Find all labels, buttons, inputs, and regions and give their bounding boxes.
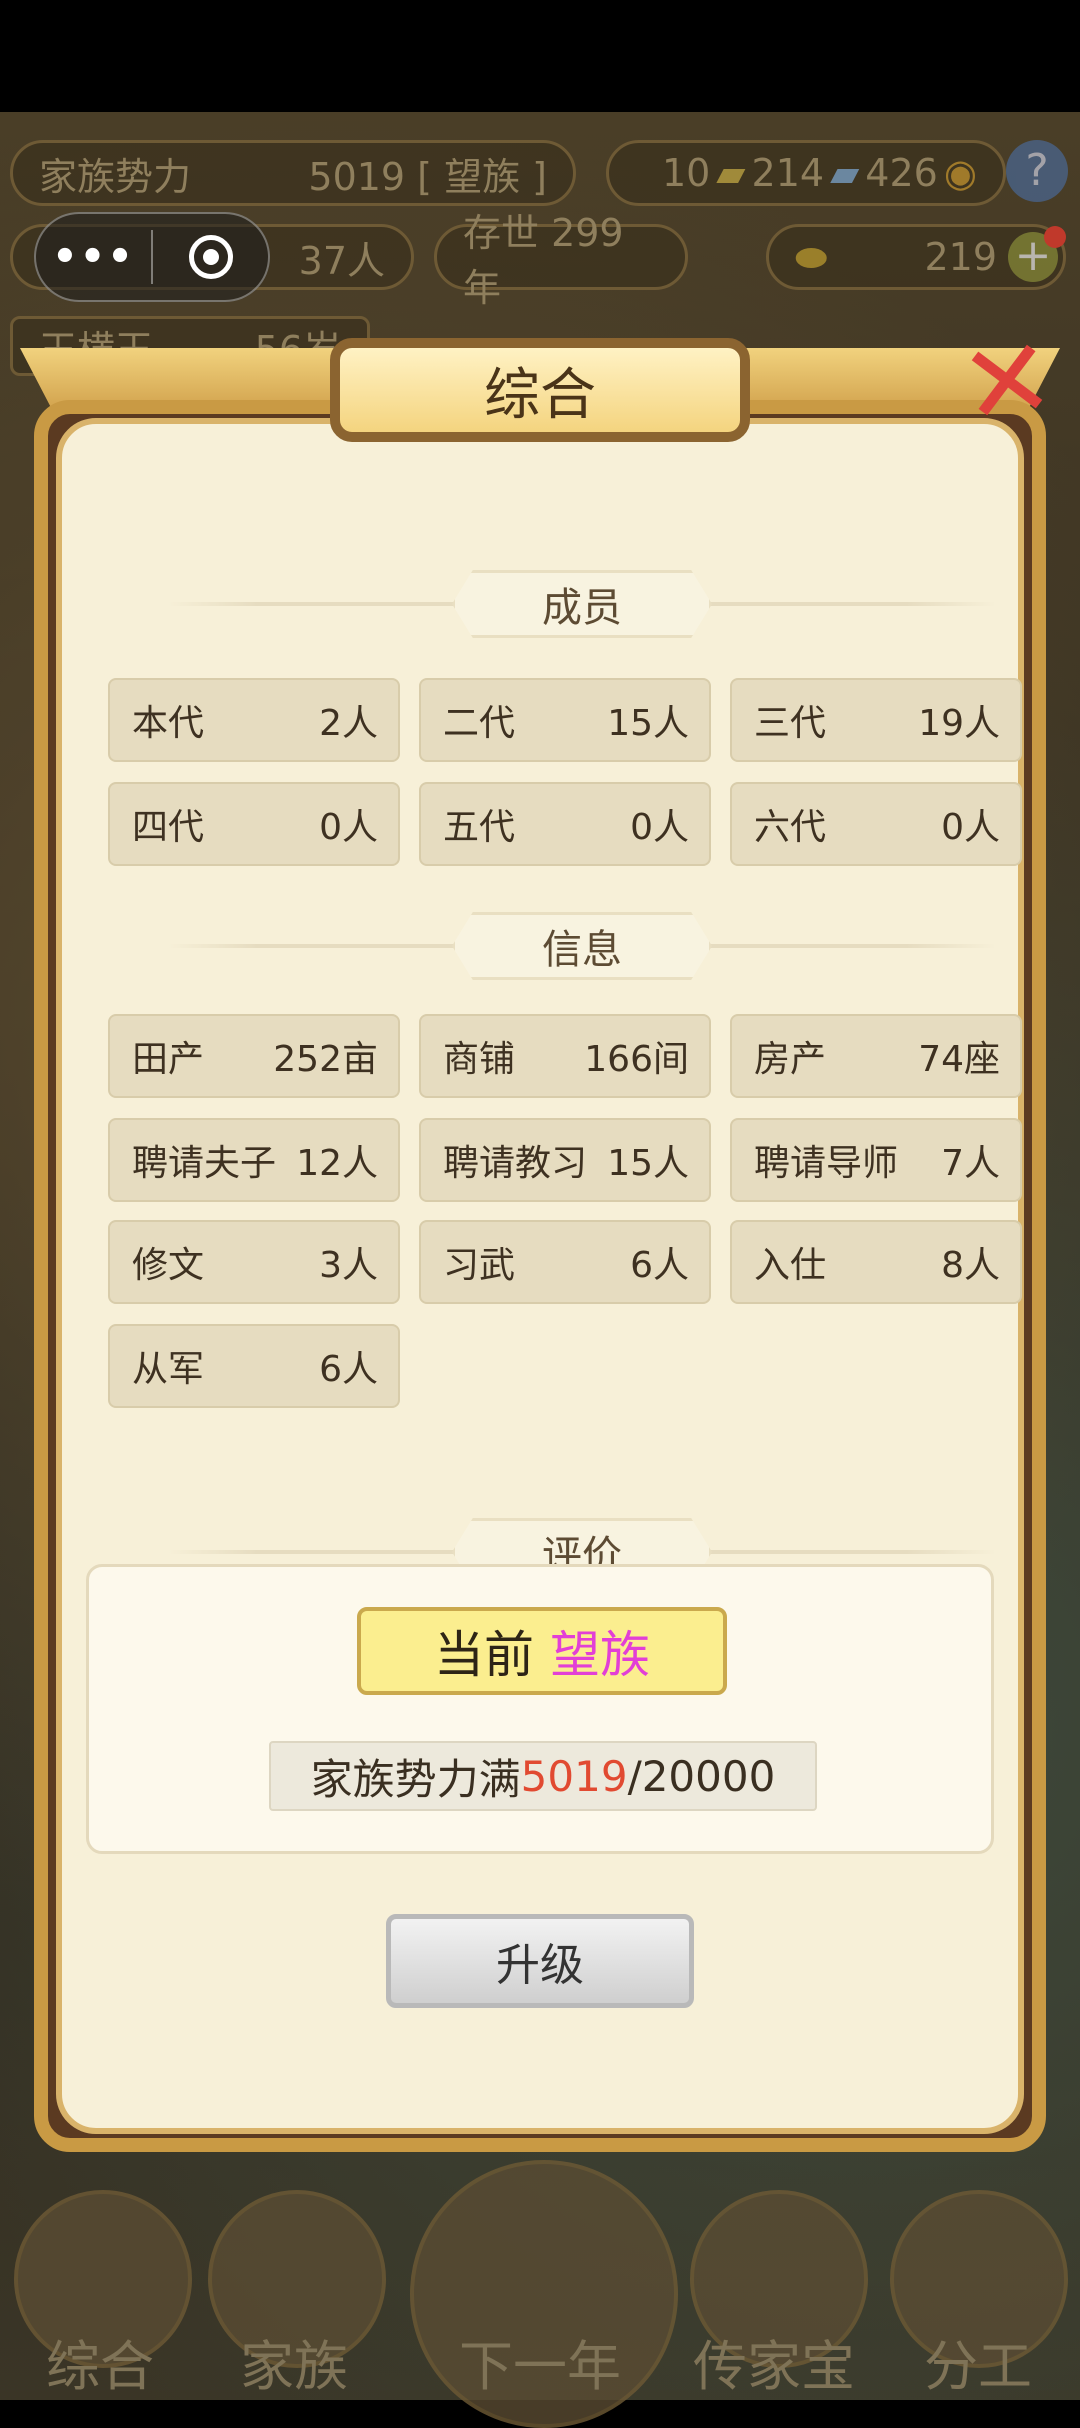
miniprogram-capsule: ••• (34, 212, 270, 302)
nav-label-family[interactable]: 家族 (184, 2322, 404, 2401)
ornament-line (696, 1550, 996, 1554)
info-stat: 商铺 166间 (419, 1014, 711, 1098)
stat-label: 房产 (754, 1039, 827, 1080)
family-power-value: 5019 [ 望族 ] (308, 154, 547, 199)
stat-value: 0人 (630, 807, 689, 848)
currency-c: 426 (865, 151, 938, 195)
stat-label: 入仕 (754, 1245, 827, 1286)
stat-value: 3人 (319, 1245, 378, 1286)
rank-prefix: 当前 (434, 1626, 534, 1684)
members-section-header: 成员 (168, 570, 996, 638)
close-icon[interactable]: ✕ (953, 312, 1063, 452)
info-section-header: 信息 (168, 912, 996, 980)
info-stat: 聘请夫子 12人 (108, 1118, 400, 1202)
power-current: 5019 (520, 1751, 628, 1801)
ingot-icon: ▰ (716, 151, 746, 195)
notification-dot (1044, 226, 1066, 248)
currency-bar: 10 ▰ 214 ▰ 426 ◉ (606, 140, 1006, 206)
current-rank-badge: 当前 望族 (357, 1607, 727, 1695)
stat-label: 三代 (754, 703, 827, 744)
nav-label-heirloom[interactable]: 传家宝 (664, 2322, 884, 2401)
stat-value: 7人 (941, 1143, 1000, 1184)
ornament-line (168, 1550, 468, 1554)
ornament-line (168, 944, 468, 948)
rank-name: 望族 (550, 1626, 650, 1684)
member-stat: 六代 0人 (730, 782, 1022, 866)
info-stat: 聘请教习 15人 (419, 1118, 711, 1202)
upgrade-button[interactable]: 升级 (386, 1914, 694, 2008)
power-progress: 家族势力满 5019 /20000 (269, 1741, 817, 1811)
stat-value: 15人 (607, 703, 689, 744)
stat-label: 聘请教习 (443, 1143, 588, 1184)
stat-label: 聘请夫子 (132, 1143, 277, 1184)
stat-label: 修文 (132, 1245, 205, 1286)
stat-value: 74座 (918, 1039, 1000, 1080)
stat-value: 12人 (296, 1143, 378, 1184)
stat-value: 252亩 (273, 1039, 378, 1080)
nav-label-overview[interactable]: 综合 (0, 2322, 210, 2401)
section-title: 成员 (452, 570, 712, 638)
gold-ingot-icon: ⬬ (795, 234, 828, 279)
member-stat: 本代 2人 (108, 678, 400, 762)
info-stat: 房产 74座 (730, 1014, 1022, 1098)
ornament-line (168, 602, 468, 606)
stat-value: 15人 (607, 1143, 689, 1184)
modal-title: 综合 (330, 338, 750, 442)
stat-label: 习武 (443, 1245, 516, 1286)
stat-value: 0人 (941, 807, 1000, 848)
stat-value: 6人 (630, 1245, 689, 1286)
evaluation-box: 当前 望族 家族势力满 5019 /20000 (86, 1564, 994, 1854)
existence-bar: 存世 299年 (434, 211, 688, 310)
currency-b: 214 (751, 151, 825, 195)
stat-value: 8人 (941, 1245, 1000, 1286)
gold-value: 219 (924, 235, 997, 279)
stat-label: 本代 (132, 703, 205, 744)
status-bar (0, 0, 1080, 112)
member-stat: 三代 19人 (730, 678, 1022, 762)
stat-value: 6人 (319, 1349, 378, 1390)
info-stat: 修文 3人 (108, 1220, 400, 1304)
stat-label: 田产 (132, 1039, 205, 1080)
member-stat: 五代 0人 (419, 782, 711, 866)
info-stat: 田产 252亩 (108, 1014, 400, 1098)
currency-a: 10 (661, 151, 711, 195)
target-icon (188, 235, 233, 279)
stat-label: 聘请导师 (754, 1143, 899, 1184)
info-stat: 聘请导师 7人 (730, 1118, 1022, 1202)
coin-icon: ◉ (943, 151, 977, 195)
family-power-bar: 家族势力 5019 [ 望族 ] (10, 140, 576, 206)
modal-body: 成员 本代 2人 二代 15人 三代 19人 四代 0人 五代 0人 六代 0人 (56, 418, 1024, 2134)
member-stat: 四代 0人 (108, 782, 400, 866)
stat-label: 商铺 (443, 1039, 516, 1080)
member-stat: 二代 15人 (419, 678, 711, 762)
stat-value: 0人 (319, 807, 378, 848)
stat-value: 2人 (319, 703, 378, 744)
silver-icon: ▰ (830, 151, 860, 195)
more-icon[interactable]: ••• (36, 234, 151, 280)
info-stat: 从军 6人 (108, 1324, 400, 1408)
members-count: 37人 (298, 238, 385, 283)
stat-label: 六代 (754, 807, 827, 848)
help-icon[interactable]: ? (1006, 140, 1068, 202)
section-title: 信息 (452, 912, 712, 980)
stat-label: 四代 (132, 807, 205, 848)
family-power-label: 家族势力 (39, 154, 192, 199)
info-stat: 习武 6人 (419, 1220, 711, 1304)
power-prefix: 家族势力满 (310, 1754, 521, 1804)
stat-label: 二代 (443, 703, 516, 744)
stat-value: 166间 (584, 1039, 689, 1080)
ornament-line (696, 944, 996, 948)
stat-value: 19人 (918, 703, 1000, 744)
close-miniprogram-button[interactable] (153, 235, 268, 279)
overview-modal: 成员 本代 2人 二代 15人 三代 19人 四代 0人 五代 0人 六代 0人 (20, 312, 1062, 2172)
ornament-line (696, 602, 996, 606)
stat-label: 从军 (132, 1349, 205, 1390)
nav-label-next-year[interactable]: 下一年 (430, 2322, 650, 2401)
power-max: /20000 (627, 1751, 776, 1801)
info-stat: 入仕 8人 (730, 1220, 1022, 1304)
stat-label: 五代 (443, 807, 516, 848)
existence-text: 存世 299年 (463, 211, 624, 310)
nav-label-division[interactable]: 分工 (868, 2322, 1080, 2401)
